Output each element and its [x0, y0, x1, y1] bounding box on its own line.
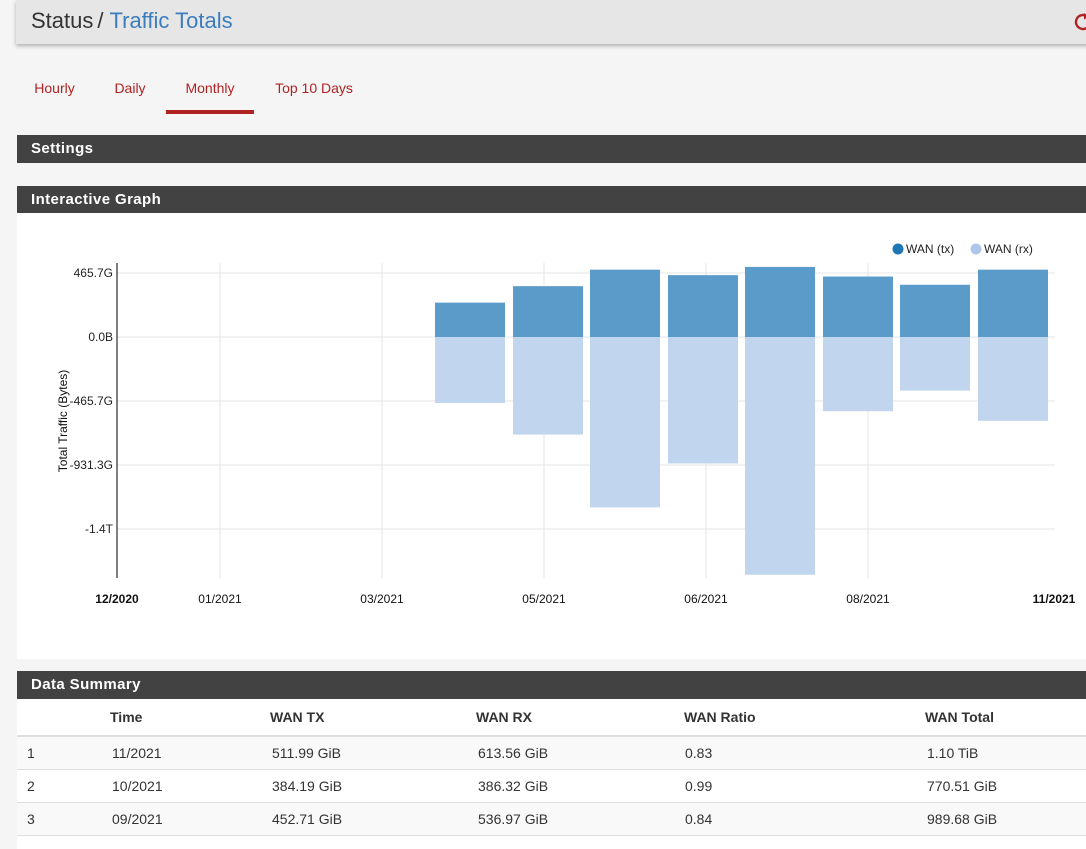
cell-wan-ratio: 0.84	[685, 811, 713, 827]
legend-label-tx: WAN (tx)	[906, 242, 954, 256]
cell-wan-rx: 386.32 GiB	[478, 778, 549, 794]
bar-wan-rx	[745, 337, 815, 575]
bar-wan-rx	[435, 337, 505, 403]
bar-wan-tx	[978, 269, 1048, 337]
x-tick-label: 01/2021	[198, 592, 242, 606]
bar-wan-tx	[900, 284, 970, 337]
cell-index: 1	[27, 745, 35, 761]
bar-wan-rx	[823, 337, 893, 412]
y-tick-label: -931.3G	[70, 458, 113, 472]
data-summary-table: Time WAN TX WAN RX WAN Ratio WAN Total 1…	[17, 699, 1086, 849]
tab-top-10-days[interactable]: Top 10 Days	[269, 70, 359, 114]
cell-wan-total: 1.10 TiB	[927, 745, 979, 761]
cell-time: 10/2021	[112, 778, 163, 794]
legend-swatch-tx	[892, 243, 904, 255]
bar-wan-tx	[823, 276, 893, 337]
tab-monthly[interactable]: Monthly	[166, 70, 254, 114]
tab-daily[interactable]: Daily	[102, 70, 158, 114]
x-tick-label: 11/2021	[1033, 592, 1076, 606]
cell-wan-rx: 536.97 GiB	[478, 811, 549, 827]
legend-swatch-rx	[970, 243, 982, 255]
cell-index: 3	[27, 811, 35, 827]
cell-time: 11/2021	[112, 745, 162, 761]
x-tick-label: 03/2021	[360, 592, 404, 606]
cell-wan-rx: 613.56 GiB	[478, 745, 549, 761]
bar-wan-tx	[435, 302, 505, 337]
table-header-row: Time WAN TX WAN RX WAN Ratio WAN Total	[17, 699, 1086, 737]
cell-index: 2	[27, 778, 35, 794]
bar-wan-tx	[513, 286, 583, 337]
breadcrumb-parent[interactable]: Status	[31, 8, 93, 33]
col-header-wan-tx[interactable]: WAN TX	[270, 709, 324, 725]
y-tick-label: -1.4T	[85, 522, 114, 536]
cell-wan-total: 989.68 GiB	[927, 811, 998, 827]
y-tick-label: -465.7G	[70, 394, 113, 408]
tab-hourly[interactable]: Hourly	[23, 70, 86, 114]
bar-wan-rx	[590, 337, 660, 508]
breadcrumb: Status / Traffic Totals	[31, 8, 233, 34]
legend-label-rx: WAN (rx)	[984, 242, 1033, 256]
bar-wan-tx	[590, 269, 660, 337]
cell-wan-total: 770.51 GiB	[927, 778, 998, 794]
cell-wan-tx: 452.71 GiB	[272, 811, 343, 827]
col-header-wan-ratio[interactable]: WAN Ratio	[684, 709, 756, 725]
y-axis-label: Total Traffic (Bytes)	[56, 370, 70, 472]
reload-icon[interactable]	[1071, 10, 1086, 34]
bar-wan-rx	[900, 337, 970, 391]
x-tick-label: 12/2020	[95, 592, 139, 606]
col-header-wan-rx[interactable]: WAN RX	[476, 709, 532, 725]
table-row: 2 10/2021 384.19 GiB 386.32 GiB 0.99 770…	[17, 770, 1086, 803]
bar-wan-rx	[513, 337, 583, 435]
bar-wan-tx	[745, 266, 815, 337]
settings-panel-heading[interactable]: Settings	[17, 135, 1086, 163]
page-header: Status / Traffic Totals	[16, 0, 1086, 44]
bar-wan-rx	[978, 337, 1048, 421]
x-tick-label: 05/2021	[522, 592, 566, 606]
summary-panel-heading: Data Summary	[17, 671, 1086, 699]
traffic-chart[interactable]: 465.7G 0.0B -465.7G -931.3G -1.4T 12/2020 01/2…	[17, 213, 1086, 659]
cell-wan-tx: 511.99 GiB	[272, 745, 342, 761]
breadcrumb-separator: /	[97, 8, 104, 33]
bar-wan-rx	[668, 337, 738, 464]
table-row: 3 09/2021 452.71 GiB 536.97 GiB 0.84 989…	[17, 803, 1086, 836]
col-header-wan-total[interactable]: WAN Total	[925, 709, 994, 725]
interactive-graph: 465.7G 0.0B -465.7G -931.3G -1.4T 12/2020 01/2…	[17, 213, 1086, 659]
cell-time: 09/2021	[112, 811, 163, 827]
y-tick-label: 465.7G	[74, 266, 113, 280]
col-header-time[interactable]: Time	[110, 709, 142, 725]
cell-wan-ratio: 0.99	[685, 778, 713, 794]
breadcrumb-current[interactable]: Traffic Totals	[110, 8, 233, 33]
bar-wan-tx	[668, 275, 738, 337]
y-tick-label: 0.0B	[88, 330, 113, 344]
x-tick-label: 08/2021	[846, 592, 890, 606]
graph-panel-heading: Interactive Graph	[17, 186, 1086, 214]
table-row: 1 11/2021 511.99 GiB 613.56 GiB 0.83 1.1…	[17, 737, 1086, 770]
x-tick-label: 06/2021	[684, 592, 728, 606]
cell-wan-ratio: 0.83	[685, 745, 713, 761]
cell-wan-tx: 384.19 GiB	[272, 778, 343, 794]
